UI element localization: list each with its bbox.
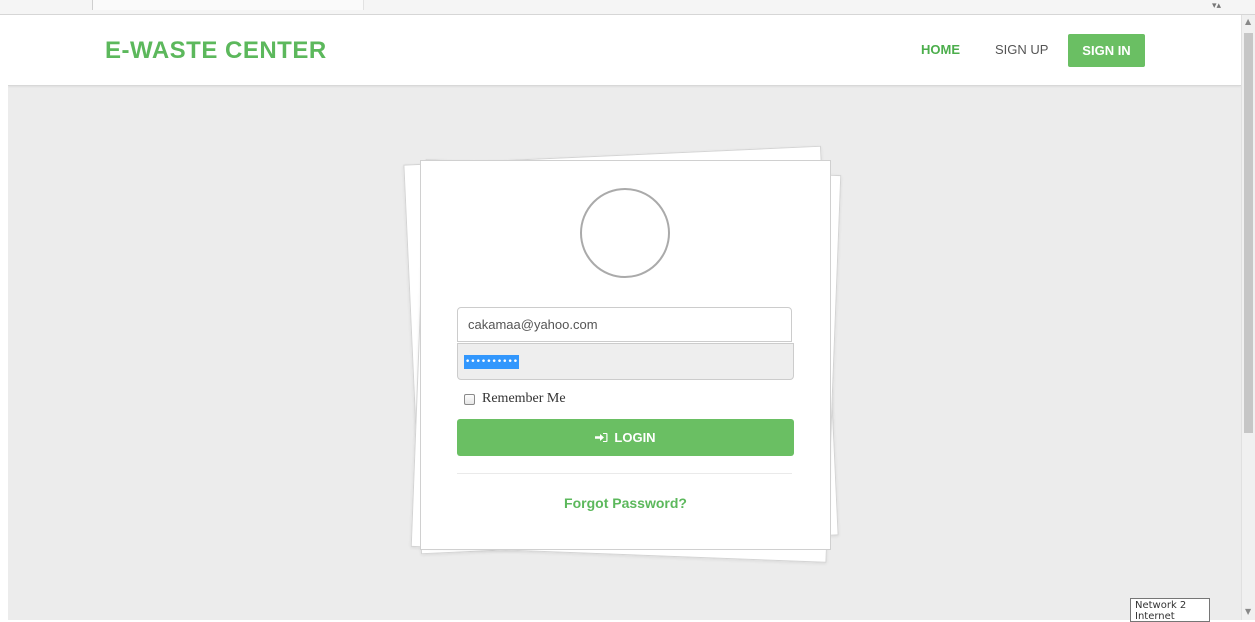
tooltip-line-2: Internet access bbox=[1135, 611, 1175, 622]
login-card: •••••••••• Remember Me LOGIN Forgot Pass… bbox=[420, 160, 831, 550]
password-field[interactable]: •••••••••• bbox=[457, 343, 794, 380]
brand-logo[interactable]: E-WASTE CENTER bbox=[105, 37, 327, 65]
password-masked-text: •••••••••• bbox=[464, 354, 520, 369]
remember-me-checkbox[interactable] bbox=[464, 393, 475, 405]
remember-me-label[interactable]: Remember Me bbox=[482, 391, 566, 407]
tooltip-line-1: Network 2 bbox=[1135, 600, 1187, 611]
network-tooltip: Network 2 Internet access bbox=[1130, 598, 1210, 622]
login-button[interactable]: LOGIN bbox=[457, 419, 794, 456]
scroll-up-arrow-icon[interactable]: ▲ bbox=[1245, 17, 1251, 26]
browser-top-strip: ▾▴ bbox=[0, 0, 1255, 15]
page: E-WASTE CENTER HOME SIGN UP SIGN IN ••••… bbox=[8, 15, 1241, 620]
window-controls-icon[interactable]: ▾▴ bbox=[1212, 1, 1221, 11]
nav-signin-button[interactable]: SIGN IN bbox=[1068, 34, 1145, 67]
top-navbar: E-WASTE CENTER HOME SIGN UP SIGN IN bbox=[8, 15, 1241, 86]
nav-signup-link[interactable]: SIGN UP bbox=[995, 42, 1048, 57]
avatar-placeholder-icon bbox=[580, 188, 670, 278]
nav-home-link[interactable]: HOME bbox=[921, 42, 960, 57]
remember-me-row: Remember Me bbox=[464, 391, 566, 407]
vertical-scrollbar[interactable]: ▲ ▼ bbox=[1241, 15, 1255, 620]
card-divider bbox=[457, 473, 792, 474]
browser-tab[interactable] bbox=[92, 0, 364, 10]
email-field[interactable] bbox=[457, 307, 792, 342]
login-button-label: LOGIN bbox=[614, 430, 656, 445]
scrollbar-thumb[interactable] bbox=[1244, 33, 1253, 433]
forgot-password-link[interactable]: Forgot Password? bbox=[457, 495, 794, 511]
scroll-down-arrow-icon[interactable]: ▼ bbox=[1245, 607, 1251, 616]
sign-in-icon bbox=[595, 433, 608, 442]
